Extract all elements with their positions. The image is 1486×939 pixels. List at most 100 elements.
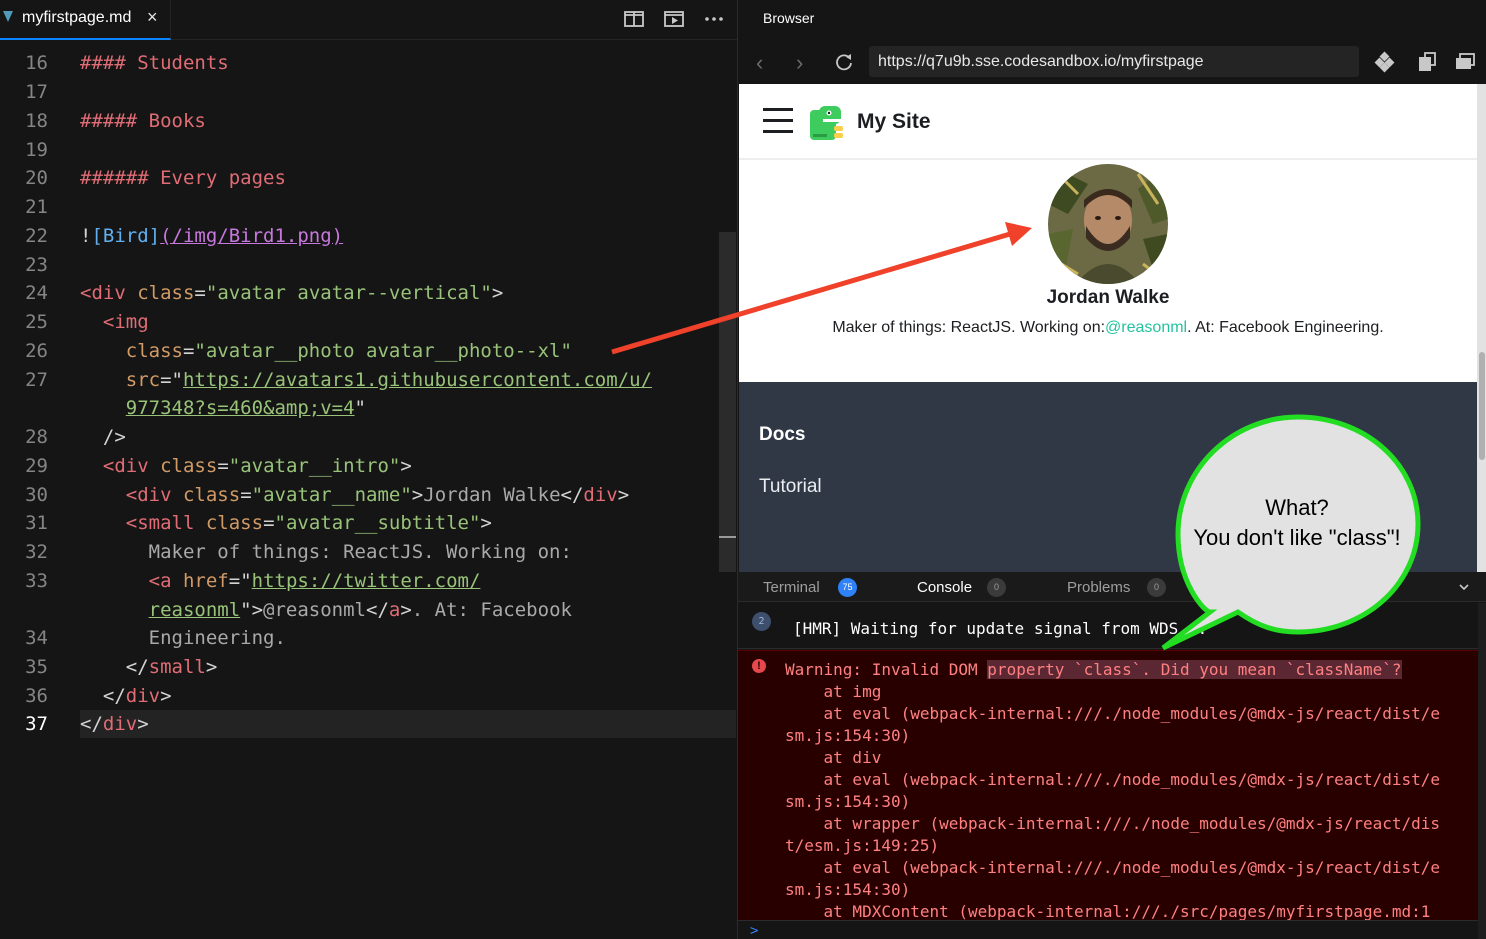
- token: src: [125, 369, 161, 391]
- tab-terminal[interactable]: Terminal: [763, 579, 820, 596]
- token: @reasonml: [263, 599, 366, 621]
- code-line-34: Engineering.: [80, 627, 286, 649]
- code-line-27-wrap: 977348?s=460&amp;v=4": [125, 397, 366, 419]
- token: a: [388, 599, 401, 621]
- token: class: [137, 282, 195, 304]
- console-output[interactable]: 2 [HMR] Waiting for update signal from W…: [738, 603, 1486, 939]
- scrollbar-cursor-marker: [719, 536, 736, 538]
- stack-line: at wrapper (webpack-internal:///./node_m…: [785, 814, 1441, 833]
- bubble-line: You don't like "class"!: [1193, 525, 1401, 550]
- open-in-window-icon[interactable]: [1416, 51, 1438, 73]
- address-bar[interactable]: https://q7u9b.sse.codesandbox.io/myfirst…: [869, 46, 1359, 77]
- stack-line: sm.js:154:30): [785, 792, 911, 811]
- code-line-35: </small>: [125, 656, 218, 678]
- code-line-25: <img: [80, 311, 149, 333]
- token: <div: [125, 484, 172, 506]
- token: div: [125, 685, 161, 707]
- stack-line: at MDXContent (webpack-internal:///./src…: [785, 902, 1431, 921]
- preview-icon[interactable]: [663, 8, 685, 30]
- line-number: 27: [25, 369, 48, 391]
- split-editor-icon[interactable]: [623, 8, 645, 30]
- token: "avatar__name": [251, 484, 412, 506]
- reasonml-link[interactable]: @reasonml: [1105, 319, 1187, 336]
- address-bar-url: https://q7u9b.sse.codesandbox.io/myfirst…: [878, 53, 1204, 70]
- subtitle-text: . At: Facebook Engineering.: [1187, 319, 1384, 336]
- forward-icon[interactable]: ›: [796, 50, 803, 76]
- stack-line: sm.js:154:30): [785, 726, 911, 745]
- console-input[interactable]: >: [738, 920, 1478, 939]
- viewport-scrollbar[interactable]: [1477, 84, 1486, 572]
- avatar-photo: [1048, 164, 1168, 284]
- line-number-active: 37: [25, 713, 48, 735]
- console-log-row: 2 [HMR] Waiting for update signal from W…: [738, 603, 1478, 649]
- line-number: 31: [25, 512, 48, 534]
- code-line-22: ![Bird](/img/Bird1.png): [80, 225, 343, 247]
- console-count-badge: 0: [987, 578, 1006, 597]
- error-text-highlight: property `class`. Did you mean `classNam…: [987, 660, 1402, 679]
- editor-scrollbar[interactable]: [719, 232, 736, 572]
- speech-bubble-text: What? You don't like "class"!: [1175, 493, 1419, 553]
- editor-tab-bar: myfirstpage.md ×: [0, 0, 737, 40]
- code-line-27: src="https://avatars1.githubusercontent.…: [125, 369, 652, 391]
- devtools-icon[interactable]: [1374, 51, 1396, 73]
- stack-line: at eval (webpack-internal:///./node_modu…: [785, 704, 1441, 723]
- line-number: 30: [25, 484, 48, 506]
- line-number: 33: [25, 570, 48, 592]
- code-line-16: #### Students: [80, 52, 229, 74]
- refresh-icon[interactable]: [834, 52, 854, 72]
- line-number: 36: [25, 685, 48, 707]
- code-line-29: <div class="avatar__intro">: [102, 455, 412, 477]
- tab-console[interactable]: Console: [917, 579, 972, 596]
- avatar-name: Jordan Walke: [1046, 287, 1170, 308]
- token: class: [125, 340, 183, 362]
- code-editor[interactable]: myfirstpage.md × 16 17 18 19 20 21 22 23…: [0, 0, 737, 939]
- terminal-count-badge: 75: [838, 578, 857, 597]
- code-line-26: class="avatar__photo avatar__photo--xl": [125, 340, 572, 362]
- token: class: [205, 512, 264, 534]
- token: Maker of things: ReactJS. Working on:: [148, 541, 572, 563]
- devtools-tab-bar: Terminal 75 Console 0 Problems 0: [738, 572, 1486, 602]
- tab-problems[interactable]: Problems: [1067, 579, 1130, 596]
- token: . At: Facebook: [411, 599, 572, 621]
- token: <a: [148, 570, 172, 592]
- back-icon[interactable]: ‹: [756, 50, 763, 76]
- token: https://avatars1.githubusercontent.com/u…: [182, 369, 652, 391]
- token: Jordan Walke: [423, 484, 561, 506]
- editor-tab-myfirstpage[interactable]: myfirstpage.md ×: [0, 0, 171, 40]
- line-number: 34: [25, 627, 48, 649]
- new-window-icon[interactable]: [1454, 51, 1476, 73]
- more-actions-icon[interactable]: [703, 8, 725, 30]
- heading-text: ##### Books: [80, 110, 206, 132]
- code-line-18: ##### Books: [80, 110, 206, 132]
- token: href: [182, 570, 229, 592]
- token: [Bird]: [91, 225, 161, 247]
- close-tab-icon[interactable]: ×: [147, 7, 158, 28]
- code-line-30: <div class="avatar__name">Jordan Walke</…: [125, 484, 630, 506]
- token: "avatar__subtitle": [274, 512, 481, 534]
- subtitle-text: Maker of things: ReactJS. Working on:: [832, 319, 1106, 336]
- chevron-down-icon[interactable]: [1458, 582, 1470, 592]
- stack-line: t/esm.js:149:25): [785, 836, 940, 855]
- hamburger-menu-icon[interactable]: [763, 108, 793, 111]
- line-number: 32: [25, 541, 48, 563]
- code-line-33: <a href="https://twitter.com/: [148, 570, 481, 592]
- token: "avatar avatar--vertical": [205, 282, 492, 304]
- error-text: Warning: Invalid DOM: [785, 660, 988, 679]
- line-number: 26: [25, 340, 48, 362]
- viewport-scroll-thumb[interactable]: [1479, 352, 1485, 460]
- stack-line: at eval (webpack-internal:///./node_modu…: [785, 770, 1441, 789]
- token: small: [148, 656, 206, 678]
- browser-panel-title: Browser: [763, 10, 815, 26]
- site-title[interactable]: My Site: [857, 110, 931, 134]
- error-line: Warning: Invalid DOM property `class`. D…: [785, 660, 1402, 679]
- stack-line: at div: [785, 748, 882, 767]
- line-number: 16: [25, 52, 48, 74]
- line-number: 17: [25, 81, 48, 103]
- site-navbar: My Site: [739, 84, 1477, 160]
- console-message: [HMR] Waiting for update signal from WDS…: [793, 619, 1208, 638]
- console-scrollbar[interactable]: [1478, 603, 1486, 939]
- token: https://twitter.com/: [251, 570, 481, 592]
- error-icon: !: [752, 659, 766, 673]
- footer-link-tutorial[interactable]: Tutorial: [759, 476, 822, 498]
- code-line-28: />: [80, 426, 126, 448]
